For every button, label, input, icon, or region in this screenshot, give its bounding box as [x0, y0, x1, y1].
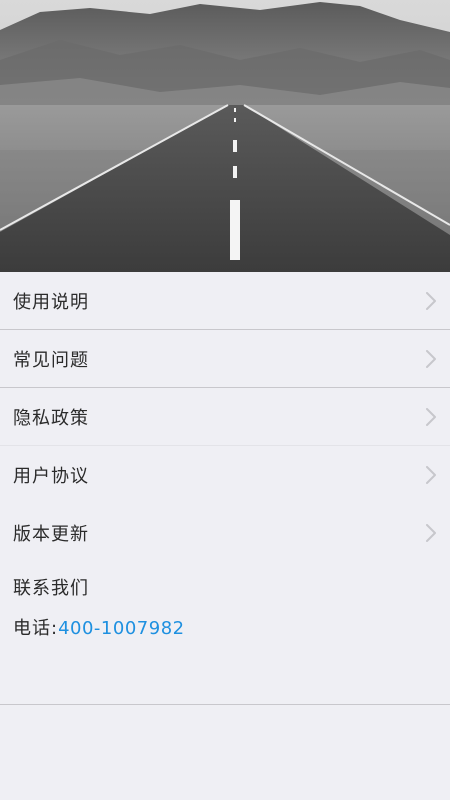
- menu-item-label: 用户协议: [13, 465, 89, 487]
- menu-item-faq[interactable]: 常见问题: [0, 330, 450, 388]
- contact-section: 联系我们 电话:400-1007982: [0, 562, 450, 705]
- contact-title: 联系我们: [13, 578, 89, 599]
- menu-item-privacy-policy[interactable]: 隐私政策: [0, 388, 450, 446]
- contact-phone-line: 电话:400-1007982: [13, 614, 185, 640]
- phone-number-link[interactable]: 400-1007982: [58, 618, 185, 639]
- menu-item-label: 使用说明: [13, 291, 89, 313]
- hero-image: [0, 0, 450, 272]
- mountain-road-photo: [0, 0, 450, 272]
- menu-item-instructions[interactable]: 使用说明: [0, 272, 450, 330]
- phone-label: 电话:: [13, 618, 59, 639]
- menu-item-label: 隐私政策: [13, 407, 89, 429]
- menu-item-label: 常见问题: [13, 349, 89, 371]
- settings-menu: 使用说明 常见问题 隐私政策 用户协议 版本更新 联系我们 电话:400-100…: [0, 272, 450, 705]
- chevron-right-icon: [426, 407, 436, 426]
- chevron-right-icon: [426, 523, 436, 542]
- menu-item-label: 版本更新: [13, 523, 89, 545]
- chevron-right-icon: [426, 291, 436, 310]
- menu-item-user-agreement[interactable]: 用户协议: [0, 446, 450, 504]
- chevron-right-icon: [426, 349, 436, 368]
- chevron-right-icon: [426, 465, 436, 484]
- menu-item-version-update[interactable]: 版本更新: [0, 504, 450, 562]
